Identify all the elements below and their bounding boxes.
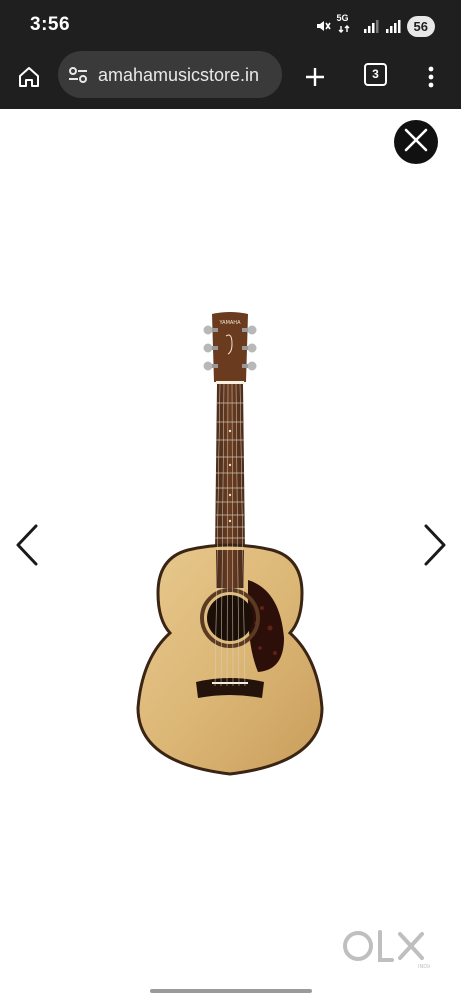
svg-text:INDIA: INDIA — [418, 964, 430, 970]
address-bar[interactable]: amahamusicstore.in — [58, 51, 282, 98]
plus-icon — [304, 66, 326, 93]
more-vert-icon — [428, 66, 434, 93]
url-text[interactable]: amahamusicstore.in — [98, 64, 274, 86]
tab-switcher-button[interactable]: 3 — [364, 63, 387, 86]
mute-icon — [315, 18, 331, 34]
close-button[interactable] — [394, 120, 438, 164]
home-icon — [17, 65, 41, 94]
network-5g-icon: 5G — [337, 13, 357, 36]
signal-2-icon — [385, 18, 401, 34]
signal-1-icon — [363, 18, 379, 34]
browser-menu-button[interactable] — [412, 60, 450, 98]
previous-image-button[interactable] — [12, 522, 42, 568]
status-icons: 5G 56 — [315, 13, 435, 37]
chevron-left-icon — [12, 524, 42, 572]
home-button[interactable] — [10, 60, 48, 98]
status-time: 3:56 — [30, 14, 71, 35]
chevron-right-icon — [420, 524, 450, 572]
close-icon — [402, 126, 430, 159]
headstock-brand-text: YAMAHA — [218, 320, 241, 326]
olx-watermark: INDIA — [340, 924, 433, 972]
site-settings-icon[interactable] — [66, 63, 90, 92]
status-bar: 3:56 5G 56 — [0, 0, 461, 50]
battery-indicator: 56 — [406, 15, 435, 37]
next-image-button[interactable] — [420, 522, 450, 568]
gesture-home-bar[interactable] — [150, 989, 312, 993]
new-tab-button[interactable] — [296, 60, 334, 98]
product-image: YAMAHA — [130, 308, 330, 784]
